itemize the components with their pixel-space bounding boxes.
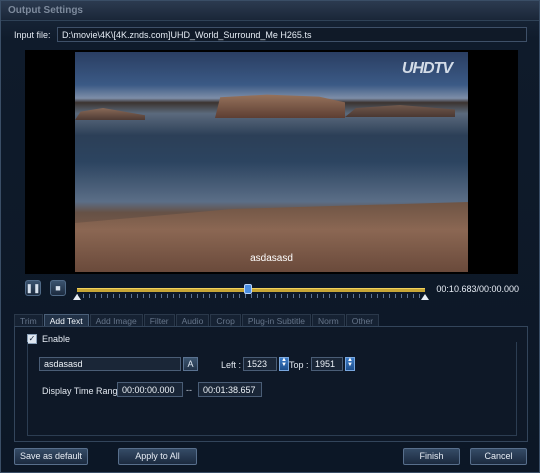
timeline-ticks [77,294,425,298]
trim-start-marker[interactable] [73,294,81,300]
font-button[interactable]: A [183,357,198,371]
pause-icon: ❚❚ [25,282,41,293]
trim-end-marker[interactable] [421,294,429,300]
output-settings-window: Output Settings Input file: D:\movie\4K\… [0,0,540,473]
tab-add-image[interactable]: Add Image [89,314,143,326]
mesa-cliff [215,94,345,118]
cancel-button[interactable]: Cancel [470,448,527,465]
stop-icon: ■ [55,283,61,293]
tab-other[interactable]: Other [345,314,380,326]
finish-button[interactable]: Finish [403,448,460,465]
tab-audio[interactable]: Audio [175,314,210,326]
input-file-row: Input file: D:\movie\4K\[4K.znds.com]UHD… [1,27,539,43]
range-end-input[interactable]: 00:01:38.657 [198,382,262,397]
timeline-thumb[interactable] [243,284,252,294]
range-separator: -- [186,385,192,395]
window-title: Output Settings [8,5,83,16]
tab-filter[interactable]: Filter [143,314,175,326]
overlay-text-input[interactable]: asdasasd [39,357,181,371]
left-spinner-icon[interactable]: ▲ ▼ [279,357,289,371]
display-time-range-label: Display Time Range: [42,386,126,396]
left-position-input[interactable]: 1523 [243,357,277,371]
text-overlay-preview: asdasasd [250,253,293,264]
tab-plug-in-subtitle[interactable]: Plug-in Subtitle [241,314,311,326]
pause-button[interactable]: ❚❚ [25,280,41,296]
settings-tabs: Trim Add Text Add Image Filter Audio Crop Plug… [14,314,380,326]
top-position-input[interactable]: 1951 [311,357,343,371]
save-as-default-button[interactable]: Save as default [14,448,88,465]
left-label: Left : [221,360,242,370]
video-frame: UHDTV asdasasd [75,52,468,272]
title-bar: Output Settings [1,1,539,21]
tab-add-text[interactable]: Add Text [43,314,89,326]
timeline-slider[interactable] [73,284,429,300]
add-text-panel: ✓ Enable asdasasd A Left : 1523 ▲ ▼ Top :… [14,326,528,442]
uhdtv-watermark: UHDTV [401,60,453,77]
time-readout: 00:10.683/00:00.000 [436,284,519,294]
input-file-label: Input file: [14,30,51,40]
distant-cliff-right [345,105,455,117]
distant-cliff-left [75,108,145,120]
input-file-path[interactable]: D:\movie\4K\[4K.znds.com]UHD_World_Surro… [57,27,527,42]
playback-controls: ❚❚ ■ 00:10.683/00:00.000 [25,280,525,302]
tab-trim[interactable]: Trim [14,314,43,326]
top-label: Top : [289,360,309,370]
tab-crop[interactable]: Crop [210,314,241,326]
tab-norm[interactable]: Norm [311,314,345,326]
stop-button[interactable]: ■ [50,280,66,296]
range-start-input[interactable]: 00:00:00.000 [117,382,183,397]
top-spinner-icon[interactable]: ▲ ▼ [345,357,355,371]
video-preview-area: UHDTV asdasasd [25,50,518,274]
apply-to-all-button[interactable]: Apply to All [118,448,197,465]
